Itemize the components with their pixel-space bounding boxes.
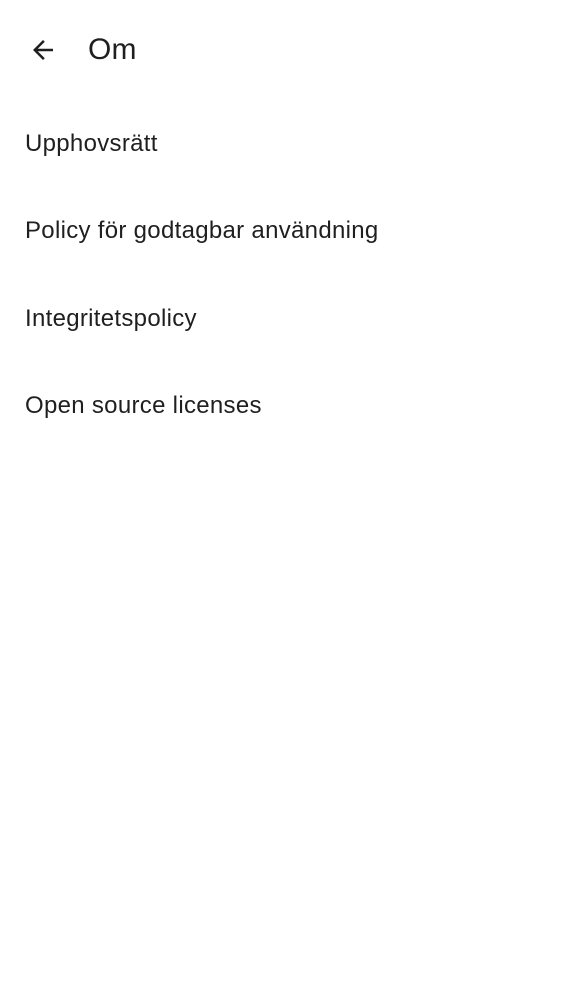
menu-item-acceptable-use-policy[interactable]: Policy för godtagbar användning bbox=[0, 188, 562, 276]
menu-item-privacy-policy[interactable]: Integritetspolicy bbox=[0, 275, 562, 363]
menu-item-label: Policy för godtagbar användning bbox=[25, 217, 379, 245]
app-bar: Om bbox=[0, 0, 562, 100]
about-menu-list: Upphovsrätt Policy för godtagbar användn… bbox=[0, 100, 562, 450]
arrow-back-icon bbox=[28, 35, 58, 65]
menu-item-label: Integritetspolicy bbox=[25, 304, 197, 332]
menu-item-open-source-licenses[interactable]: Open source licenses bbox=[0, 363, 562, 451]
back-button[interactable] bbox=[18, 25, 68, 75]
page-title: Om bbox=[88, 33, 137, 66]
menu-item-label: Open source licenses bbox=[25, 392, 262, 420]
menu-item-copyright[interactable]: Upphovsrätt bbox=[0, 100, 562, 188]
menu-item-label: Upphovsrätt bbox=[25, 129, 158, 157]
